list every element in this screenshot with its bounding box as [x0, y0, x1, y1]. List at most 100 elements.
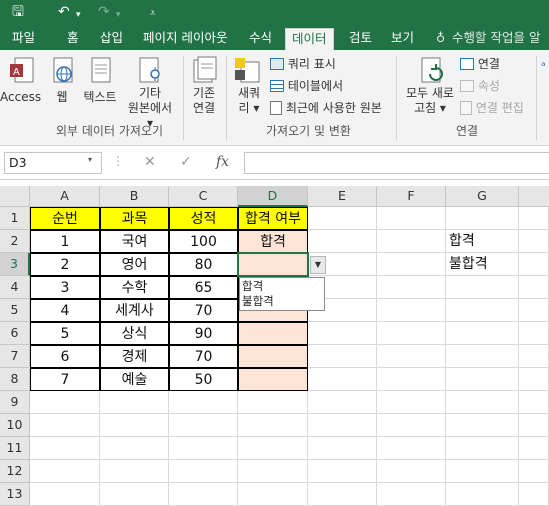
cell-e6[interactable]: [308, 322, 377, 345]
cell-h3[interactable]: [519, 253, 549, 276]
cancel-icon[interactable]: ✕: [144, 154, 156, 170]
cell-b4[interactable]: 수학: [100, 276, 169, 299]
cell-f10[interactable]: [377, 414, 446, 437]
web-button[interactable]: 웹: [48, 90, 76, 105]
cell-b1[interactable]: 과목: [100, 207, 169, 230]
enter-icon[interactable]: ✓: [180, 154, 192, 170]
from-table-button[interactable]: 테이블에서: [270, 78, 343, 94]
cell-e1[interactable]: [308, 207, 377, 230]
save-icon[interactable]: 🖫: [12, 3, 24, 21]
cell-c11[interactable]: [169, 437, 238, 460]
cell-d8[interactable]: [238, 368, 308, 391]
cell-b9[interactable]: [100, 391, 169, 414]
row-header-12[interactable]: 12: [0, 460, 30, 483]
existing-connections-button[interactable]: 기존 연결: [186, 86, 222, 116]
cell-e8[interactable]: [308, 368, 377, 391]
cell-c1[interactable]: 성적: [169, 207, 238, 230]
tab-data[interactable]: 데이터: [285, 28, 334, 50]
tell-me-search[interactable]: 수행할 작업을 알: [452, 28, 540, 50]
cell-c5[interactable]: 70: [169, 299, 238, 322]
column-header-g[interactable]: G: [446, 186, 519, 207]
cell-h2[interactable]: [519, 230, 549, 253]
row-header-8[interactable]: 8: [0, 368, 30, 391]
cell-f7[interactable]: [377, 345, 446, 368]
cell-g6[interactable]: [446, 322, 519, 345]
tab-file[interactable]: 파일: [6, 28, 41, 50]
cell-b12[interactable]: [100, 460, 169, 483]
cell-h8[interactable]: [519, 368, 549, 391]
row-header-11[interactable]: 11: [0, 437, 30, 460]
insert-function-icon[interactable]: fx: [216, 154, 229, 170]
cell-a8[interactable]: 7: [30, 368, 100, 391]
column-header-a[interactable]: A: [30, 186, 100, 207]
cell-c9[interactable]: [169, 391, 238, 414]
dropdown-option-fail[interactable]: 불합격: [242, 294, 322, 309]
column-header-f[interactable]: F: [377, 186, 446, 207]
column-header-e[interactable]: E: [308, 186, 377, 207]
cell-g2[interactable]: 합격: [446, 230, 519, 253]
access-button[interactable]: Access: [0, 90, 41, 105]
cell-b13[interactable]: [100, 483, 169, 506]
undo-icon[interactable]: ↶: [58, 3, 70, 21]
row-header-2[interactable]: 2: [0, 230, 30, 253]
cell-g5[interactable]: [446, 299, 519, 322]
cell-f9[interactable]: [377, 391, 446, 414]
cell-a4[interactable]: 3: [30, 276, 100, 299]
cell-d2[interactable]: 합격: [238, 230, 308, 253]
cell-d11[interactable]: [238, 437, 308, 460]
formula-input[interactable]: [244, 152, 549, 174]
cell-f5[interactable]: [377, 299, 446, 322]
cell-e2[interactable]: [308, 230, 377, 253]
cell-a10[interactable]: [30, 414, 100, 437]
cell-c7[interactable]: 70: [169, 345, 238, 368]
row-header-6[interactable]: 6: [0, 322, 30, 345]
cell-g3[interactable]: 불합격: [446, 253, 519, 276]
cell-c10[interactable]: [169, 414, 238, 437]
cell-a2[interactable]: 1: [30, 230, 100, 253]
edit-links-button[interactable]: 연결 편집: [460, 100, 524, 116]
row-header-3[interactable]: 3: [0, 253, 30, 276]
cell-e9[interactable]: [308, 391, 377, 414]
cell-d1[interactable]: 합격 여부: [238, 207, 308, 230]
cell-b5[interactable]: 세계사: [100, 299, 169, 322]
cell-f2[interactable]: [377, 230, 446, 253]
cell-c12[interactable]: [169, 460, 238, 483]
cell-a11[interactable]: [30, 437, 100, 460]
cell-h6[interactable]: [519, 322, 549, 345]
cell-g7[interactable]: [446, 345, 519, 368]
text-button[interactable]: 텍스트: [80, 90, 120, 105]
row-header-5[interactable]: 5: [0, 299, 30, 322]
cell-c6[interactable]: 90: [169, 322, 238, 345]
show-queries-button[interactable]: 쿼리 표시: [270, 56, 336, 72]
cell-f12[interactable]: [377, 460, 446, 483]
cell-f4[interactable]: [377, 276, 446, 299]
cell-g9[interactable]: [446, 391, 519, 414]
cell-b3[interactable]: 영어: [100, 253, 169, 276]
cell-a12[interactable]: [30, 460, 100, 483]
cell-c3[interactable]: 80: [169, 253, 238, 276]
cell-b6[interactable]: 상식: [100, 322, 169, 345]
cell-d7[interactable]: [238, 345, 308, 368]
cell-f3[interactable]: [377, 253, 446, 276]
column-header-h[interactable]: [519, 186, 549, 207]
cell-g13[interactable]: [446, 483, 519, 506]
sort-filter-partial[interactable]: ᵃ: [541, 58, 546, 74]
cell-g12[interactable]: [446, 460, 519, 483]
tab-formulas[interactable]: 수식: [243, 28, 278, 50]
new-query-button[interactable]: 새쿼 리 ▾: [232, 86, 266, 116]
cell-h10[interactable]: [519, 414, 549, 437]
cell-b2[interactable]: 국여: [100, 230, 169, 253]
cell-d6[interactable]: [238, 322, 308, 345]
active-cell-d3[interactable]: [237, 252, 309, 277]
cell-b7[interactable]: 경제: [100, 345, 169, 368]
cell-b8[interactable]: 예술: [100, 368, 169, 391]
cell-g11[interactable]: [446, 437, 519, 460]
cell-a13[interactable]: [30, 483, 100, 506]
undo-dropdown-icon[interactable]: ▾: [76, 6, 81, 24]
cell-e12[interactable]: [308, 460, 377, 483]
cell-h9[interactable]: [519, 391, 549, 414]
cell-h4[interactable]: [519, 276, 549, 299]
tab-home[interactable]: 홈: [61, 28, 85, 50]
cell-e11[interactable]: [308, 437, 377, 460]
cell-d9[interactable]: [238, 391, 308, 414]
